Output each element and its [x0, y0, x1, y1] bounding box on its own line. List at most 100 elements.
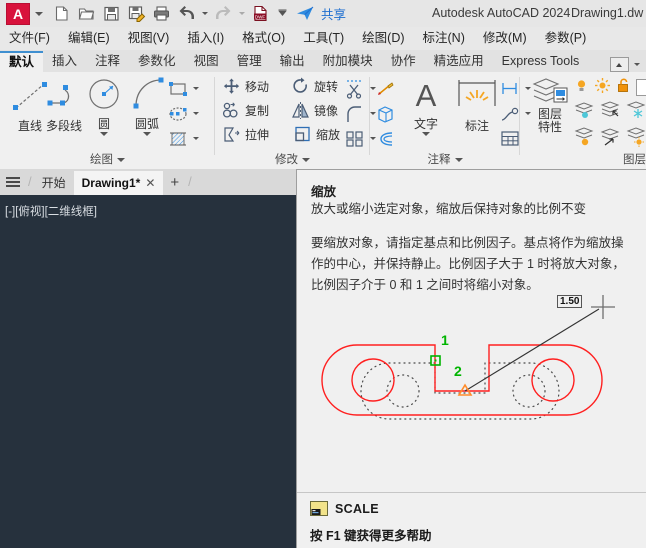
rotate-icon	[290, 76, 311, 97]
layer-freeze-icon[interactable]	[625, 99, 646, 124]
hatch-chevron-down-icon[interactable]	[193, 137, 199, 140]
circle-label: 圆	[97, 117, 110, 131]
ribbon-tab-view[interactable]: 视图	[185, 51, 228, 72]
circle-button[interactable]: 圆	[80, 74, 128, 136]
modify-panel-chevron-down-icon[interactable]	[302, 157, 310, 162]
menu-dimension[interactable]: 标注(N)	[414, 27, 474, 50]
new-tab-button[interactable]: +	[163, 171, 186, 195]
scale-command-icon	[310, 501, 328, 516]
ribbon-panel-draw: 直线 多段线 圆 圆弧 绘图	[0, 72, 215, 169]
annotation-panel-title-row: 注释	[370, 151, 520, 167]
viewport-label[interactable]: [-][俯视][二维线框]	[5, 203, 97, 219]
menu-insert[interactable]: 插入(I)	[178, 27, 233, 50]
illustration-marker-2: 2	[454, 363, 462, 379]
close-icon[interactable]: ✕	[145, 171, 155, 195]
redo-icon[interactable]	[214, 4, 233, 23]
menu-parametric[interactable]: 参数(P)	[536, 27, 596, 50]
scale-button[interactable]: 缩放	[292, 124, 340, 145]
ribbon-tab-home[interactable]: 默认	[0, 51, 44, 72]
rotate-button[interactable]: 旋转	[290, 76, 338, 97]
ribbon-tab-express-tools[interactable]: Express Tools	[493, 51, 589, 72]
ribbon-tab-parametric[interactable]: 参数化	[129, 51, 185, 72]
menu-tools[interactable]: 工具(T)	[294, 27, 353, 50]
undo-chevron-down-icon[interactable]	[202, 12, 208, 15]
layers-panel-title-row: 图层	[520, 151, 646, 167]
ribbon-panel-annotation: A 文字 标注 注释	[370, 72, 531, 169]
drawing-canvas[interactable]: [-][俯视][二维线框]	[0, 195, 296, 548]
mirror-button[interactable]: 镜像	[290, 100, 338, 121]
circle-chevron-down-icon[interactable]	[100, 132, 108, 136]
ribbon-tab-addins[interactable]: 附加模块	[314, 51, 382, 72]
rotate-label: 旋转	[314, 80, 339, 94]
layer-previous-icon[interactable]	[599, 126, 623, 151]
multileader-button[interactable]	[374, 76, 398, 101]
layer-isolate-icon[interactable]	[573, 99, 597, 124]
new-file-icon[interactable]	[52, 4, 71, 23]
draw-panel-chevron-down-icon[interactable]	[117, 157, 125, 162]
menu-file[interactable]: 文件(F)	[0, 27, 59, 50]
layer-properties-button[interactable]: 图层 特性	[528, 76, 572, 134]
ribbon-tab-output[interactable]: 输出	[271, 51, 314, 72]
ribbon-tab-featured-apps[interactable]: 精选应用	[425, 51, 493, 72]
layer-state-icon[interactable]	[625, 126, 646, 151]
menu-format[interactable]: 格式(O)	[233, 27, 294, 50]
menu-view[interactable]: 视图(V)	[119, 27, 179, 50]
annotation-panel-chevron-down-icon[interactable]	[454, 157, 463, 162]
redo-chevron-down-icon[interactable]	[239, 12, 245, 15]
text-button[interactable]: A 文字	[402, 74, 450, 136]
ribbon-options-chevron-down-icon[interactable]	[634, 63, 640, 66]
stretch-button[interactable]: 拉伸	[221, 124, 269, 145]
hatch-icon	[166, 128, 190, 150]
menu-draw[interactable]: 绘图(D)	[353, 27, 413, 50]
ellipse-button[interactable]	[166, 101, 202, 126]
tooltip-help-hint: 按 F1 键获得更多帮助	[310, 529, 432, 543]
tooltip-divider	[297, 492, 646, 493]
fillet-icon	[343, 103, 367, 125]
menu-edit[interactable]: 编辑(E)	[59, 27, 119, 50]
share-icon[interactable]	[295, 4, 316, 23]
block-button[interactable]	[374, 101, 398, 126]
ellipse-chevron-down-icon[interactable]	[193, 112, 199, 115]
file-tab-start[interactable]: 开始	[34, 171, 74, 195]
block-icon	[374, 103, 398, 125]
rectangle-chevron-down-icon[interactable]	[193, 87, 199, 90]
minimize-ribbon-button[interactable]	[610, 57, 629, 72]
share-label[interactable]: 共享	[321, 4, 346, 23]
layer-thaw-icon[interactable]	[594, 77, 611, 97]
application-menu-chevron-down-icon[interactable]	[35, 11, 43, 16]
revision-cloud-button[interactable]	[374, 126, 398, 151]
text-chevron-down-icon[interactable]	[422, 132, 430, 136]
undo-icon[interactable]	[177, 4, 196, 23]
move-button[interactable]: 移动	[221, 76, 269, 97]
draw-panel-title-row: 绘图	[0, 151, 215, 167]
dimension-button[interactable]: 标注	[451, 76, 503, 133]
rectangle-button[interactable]	[166, 76, 202, 101]
file-tab-drawing1[interactable]: Drawing1* ✕	[73, 171, 164, 195]
hatch-button[interactable]	[166, 126, 202, 151]
draw-secondary-icons	[166, 76, 202, 151]
ribbon-tab-manage[interactable]: 管理	[228, 51, 271, 72]
layer-match-icon[interactable]	[599, 99, 623, 124]
layer-on-icon[interactable]	[573, 77, 590, 97]
arc-chevron-down-icon[interactable]	[143, 132, 151, 136]
tab-separator: /	[188, 174, 192, 189]
application-menu-button[interactable]: A	[6, 2, 30, 25]
stretch-label: 拉伸	[245, 128, 270, 142]
plot-dwf-icon[interactable]: DWF	[251, 4, 270, 23]
layer-unlock-icon[interactable]	[615, 77, 632, 97]
menu-modify[interactable]: 修改(M)	[474, 27, 536, 50]
layer-off-icon[interactable]	[573, 126, 597, 151]
ribbon-tab-insert[interactable]: 插入	[43, 51, 86, 72]
save-as-icon[interactable]	[127, 4, 146, 23]
plot-dropdown-chevron-down-icon[interactable]	[276, 4, 289, 23]
layer-dropdown-field[interactable]	[636, 78, 646, 96]
arc-button[interactable]: 圆弧	[123, 74, 171, 136]
copy-button[interactable]: 复制	[221, 100, 269, 121]
print-icon[interactable]	[152, 4, 171, 23]
open-file-icon[interactable]	[77, 4, 96, 23]
ribbon-tab-collaborate[interactable]: 协作	[382, 51, 425, 72]
hamburger-icon[interactable]	[0, 169, 26, 195]
ribbon-tab-annotate[interactable]: 注释	[86, 51, 129, 72]
save-icon[interactable]	[102, 4, 121, 23]
mirror-label: 镜像	[314, 104, 339, 118]
